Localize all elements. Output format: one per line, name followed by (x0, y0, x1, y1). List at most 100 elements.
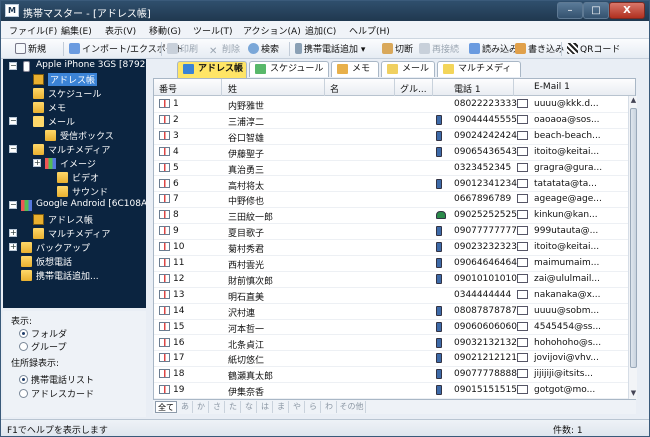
cell-phone1: 09010101010 (454, 273, 517, 284)
tree-item-add-phone[interactable]: 携帯電話追加... (9, 269, 146, 282)
index-tab[interactable]: は (258, 401, 273, 413)
reconnect-button[interactable]: 再接続 (419, 42, 459, 56)
tree-item-memo[interactable]: メモ (21, 101, 146, 114)
write-button[interactable]: 書き込み (515, 42, 564, 56)
index-tab[interactable]: わ (322, 401, 337, 413)
tab-mail[interactable]: メール (381, 61, 435, 77)
scroll-down-icon[interactable]: ▼ (629, 389, 638, 399)
menu-edit[interactable]: 編集(E) (61, 24, 92, 37)
collapse-icon[interactable]: − (9, 117, 17, 125)
expand-icon[interactable]: + (9, 243, 17, 251)
menu-tools[interactable]: ツール(T) (193, 24, 233, 37)
table-header: 番号 姓 名 グル... 電話 1 E-Mail 1 (154, 79, 635, 96)
search-button[interactable]: 検索 (248, 42, 279, 56)
table-row[interactable]: 16 北条貞江 09032132132 hohohoho@s... (154, 336, 635, 352)
index-tab[interactable]: さ (210, 401, 225, 413)
collapse-icon[interactable]: − (9, 145, 17, 153)
tree-item-multimedia-2[interactable]: + マルチメディア (9, 227, 146, 240)
menu-view[interactable]: 表示(V) (105, 24, 136, 37)
tree-item-addressbook-2[interactable]: アドレス帳 (21, 213, 146, 226)
minimize-button[interactable]: – (557, 2, 583, 19)
expand-icon[interactable]: + (33, 159, 41, 167)
maximize-button[interactable]: □ (583, 2, 609, 19)
tree-item-backup[interactable]: + バックアップ (9, 241, 146, 254)
col-header-email1[interactable]: E-Mail 1 (534, 82, 570, 92)
index-tab[interactable]: か (194, 401, 209, 413)
tree-item-inbox[interactable]: 受信ボックス (33, 129, 146, 142)
tab-addressbook[interactable]: アドレス帳 (177, 61, 247, 78)
radio-phone-list[interactable]: 携帯電話リスト (19, 373, 94, 386)
table-row[interactable]: 8 三田紋一郎 09025252525 kinkun@kan... (154, 208, 635, 225)
tree-item-multimedia[interactable]: − マルチメディア (9, 143, 146, 156)
menu-add[interactable]: 追加(C) (305, 24, 336, 37)
new-button[interactable]: 新規 (15, 42, 46, 56)
table-row[interactable]: 11 西村雲光 09064646464 maimumaim... (154, 256, 635, 272)
menu-move[interactable]: 移動(G) (149, 24, 181, 37)
col-header-phone1[interactable]: 電話 1 (454, 82, 481, 95)
qr-code-button[interactable]: QRコード (567, 42, 620, 56)
table-row[interactable]: 6 高村将太 09012341234 tatatata@ta... (154, 177, 635, 193)
tree-item-sound[interactable]: サウンド (45, 185, 146, 198)
tree-item-mail[interactable]: − メール (9, 115, 146, 128)
table-row[interactable]: 15 河本哲一 09060606060 4545454@ss... (154, 320, 635, 336)
tab-memo[interactable]: メモ (331, 61, 379, 77)
table-row[interactable]: 3 谷口智雄 09024242424 beach-beach... (154, 129, 635, 145)
tree-item-virtual-phone[interactable]: 仮想電話 (9, 255, 146, 268)
tab-schedule[interactable]: スケジュール (249, 61, 329, 77)
radio-group[interactable]: グループ (19, 340, 66, 353)
tree-item-schedule[interactable]: スケジュール (21, 87, 146, 100)
col-header-group[interactable]: グル... (400, 82, 427, 95)
tree-item-image[interactable]: + イメージ (33, 157, 146, 170)
table-row[interactable]: 18 鶴瀬真太郎 09077778888 jijijiji@itsits... (154, 367, 635, 384)
cell-phone1: 09032132132 (454, 337, 517, 348)
index-tab[interactable]: ら (306, 401, 321, 413)
delete-button[interactable]: ✕ 削除 (209, 42, 240, 57)
print-button[interactable]: 印刷 (167, 42, 198, 56)
table-row[interactable]: 5 真治勇三 0323452345 gragra@gura... (154, 161, 635, 177)
col-header-lastname[interactable]: 姓 (228, 82, 237, 95)
col-header-number[interactable]: 番号 (159, 82, 177, 95)
tree-device-android[interactable]: − Google Android [6C108A48... (9, 199, 146, 212)
index-tab[interactable]: や (290, 401, 305, 413)
menu-help[interactable]: ヘルプ(H) (349, 24, 390, 37)
table-row[interactable]: 17 紙切悠仁 09021212121 jovijovi@vhv... (154, 351, 635, 368)
disconnect-button[interactable]: 切断 (382, 42, 413, 56)
scroll-thumb[interactable] (630, 108, 637, 368)
toolbar: 新規 インポート/エクスポート 印刷 ✕ 削除 検索 携帯電話追加 ▾ 切断 再接… (1, 39, 649, 59)
index-tab[interactable]: た (226, 401, 241, 413)
add-phone-button[interactable]: 携帯電話追加 ▾ (295, 42, 365, 56)
index-tab[interactable]: あ (178, 401, 193, 413)
menu-file[interactable]: ファイル(F) (9, 24, 57, 37)
tree-item-addressbook[interactable]: アドレス帳 (21, 73, 146, 86)
expand-icon[interactable]: + (9, 229, 17, 237)
radio-folder[interactable]: フォルダ (19, 327, 67, 340)
table-row[interactable]: 10 菊村秀君 09023232323 itoito@keitai... (154, 240, 635, 256)
table-row[interactable]: 9 夏目歌子 09077777777 999utauta@... (154, 224, 635, 241)
table-row[interactable]: 7 中野修也 0667896789 ageage@age... (154, 192, 635, 209)
scroll-up-icon[interactable]: ▲ (629, 96, 638, 106)
table-row[interactable]: 1 内野雅世 08022223333 uuuu@kkk.d... (154, 97, 635, 113)
radio-address-card[interactable]: アドレスカード (19, 387, 94, 400)
tree-item-video[interactable]: ビデオ (45, 171, 146, 184)
table-row[interactable]: 14 沢村連 08087878787 uuuu@sobm... (154, 304, 635, 320)
table-row[interactable]: 19 伊集奈香 09015151515 gotgot@mo... (154, 383, 635, 399)
tab-multimedia[interactable]: マルチメディア (437, 61, 521, 88)
tree-device-iphone[interactable]: − Apple iPhone 3GS [879286... (9, 60, 146, 73)
read-button[interactable]: 読み込み (469, 42, 518, 56)
vertical-scrollbar[interactable]: ▲ ▼ (628, 96, 637, 399)
index-tab[interactable]: な (242, 401, 257, 413)
index-tab[interactable]: ま (274, 401, 289, 413)
close-button[interactable]: X (609, 2, 645, 19)
table-row[interactable]: 12 財前慎次郎 09010101010 zai@ululmail... (154, 272, 635, 288)
table-row[interactable]: 4 伊藤聖子 09065436543 itoito@keitai... (154, 145, 635, 161)
cell-email1: gragra@gura... (534, 162, 603, 173)
mail-icon (517, 99, 528, 108)
menu-action[interactable]: アクション(A) (243, 24, 301, 37)
collapse-icon[interactable]: − (9, 201, 17, 209)
index-tab[interactable]: 全て (155, 401, 177, 413)
index-tab[interactable]: その他 (338, 401, 366, 413)
col-header-firstname[interactable]: 名 (330, 82, 339, 95)
collapse-icon[interactable]: − (9, 62, 17, 70)
table-row[interactable]: 13 明石直美 0344444444 nakanaka@x... (154, 288, 635, 304)
table-row[interactable]: 2 三浦淳二 09044445555 oaoaoa@sos... (154, 113, 635, 129)
